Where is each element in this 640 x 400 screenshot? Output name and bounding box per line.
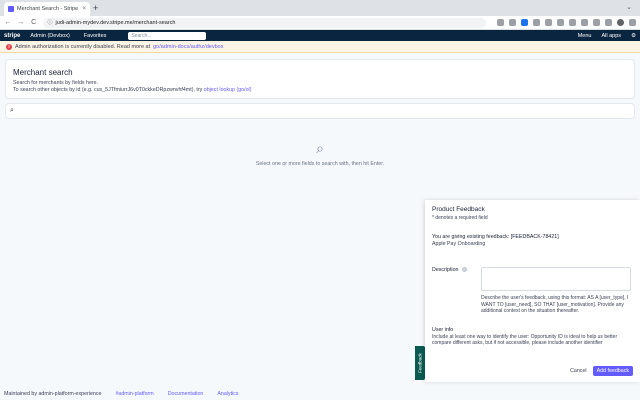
analytics-link[interactable]: Analytics [217,391,238,397]
merchant-search-input[interactable] [13,106,630,116]
extension-icons [497,19,636,26]
back-button[interactable]: ← [4,19,12,26]
help-icon[interactable]: ? [461,267,467,272]
tab-title: Merchant Search - Stripe Ad [17,6,80,12]
close-tab-icon[interactable]: × [82,6,86,12]
feedback-context-label: You are giving existing feedback: [FEEDB… [432,234,559,240]
feedback-actions: Cancel Add feedback [570,366,633,376]
feedback-panel: Product Feedback * denotes a required fi… [425,200,640,382]
extension-icon[interactable] [521,19,528,26]
stripe-favicon-icon [8,6,14,12]
description-label: Description [432,267,459,273]
description-hint: Describe the user's feedback, using this… [481,295,629,314]
page-description: Search for merchants by fields here. [13,80,99,86]
maintained-by-text: Maintained by admin-platform-experience [4,390,102,397]
description-textarea[interactable] [481,267,631,291]
favorites-link[interactable]: Favorites [84,33,107,39]
user-info-hint: Include at least one way to identify the… [432,333,618,347]
all-apps-button[interactable]: All apps [601,33,621,39]
global-search-input[interactable]: Search... [128,31,207,40]
bookmark-star-icon[interactable] [509,19,516,26]
env-dropdown[interactable]: Admin (Devbox) [30,33,69,39]
browser-tab-bar: Merchant Search - Stripe Ad × + ⌄ [0,0,640,16]
object-lookup-link[interactable]: object lookup (go/ol) [204,87,252,93]
documentation-link[interactable]: Documentation [168,391,204,397]
url-text: judi-admin-mydev.dev.stripe.me/merchant-… [55,19,176,26]
required-note: * denotes a required field [432,215,488,221]
page-footer: Maintained by admin-platform-experience … [0,387,640,400]
cancel-button[interactable]: Cancel [570,368,587,374]
feedback-side-tab[interactable]: Feedback [415,346,425,380]
alert-docs-link[interactable]: go/admin-docs/authz/devbox [153,44,223,50]
kebab-menu-icon[interactable] [629,19,636,26]
search-icon: ⌕ [316,140,324,156]
menu-button[interactable]: Menu [578,33,592,39]
app-navbar: stripe Admin (Devbox) Favorites Search..… [0,30,640,41]
share-icon[interactable] [497,19,504,26]
sidebar-icon[interactable] [605,19,612,26]
description-label-group: Description ? [432,267,477,315]
description-field: Description ? Describe the user's feedba… [432,267,633,315]
gear-icon[interactable]: ⚙ [631,33,636,39]
alert-text: Admin authorization is currently disable… [15,43,151,50]
authz-alert-banner: ! Admin authorization is currently disab… [0,41,640,53]
browser-tab[interactable]: Merchant Search - Stripe Ad × [4,2,90,16]
empty-state: ⌕ Select one or more fields to search wi… [250,140,390,167]
navbar-right: Menu All apps ⚙ [578,33,636,39]
empty-state-text: Select one or more fields to search with… [255,161,385,167]
user-info-label: User info [432,326,454,333]
stripe-logo[interactable]: stripe [4,33,20,39]
extension-icon[interactable] [533,19,540,26]
extension-icon[interactable] [569,19,576,26]
puzzle-icon[interactable] [593,19,600,26]
description-input-group: Describe the user's feedback, using this… [481,267,633,315]
add-feedback-button[interactable]: Add feedback [592,366,633,376]
tab-search-icon[interactable]: ⌄ [626,3,632,11]
extension-icon[interactable] [545,19,552,26]
merchant-search-header: Merchant search Search for merchants by … [6,60,634,98]
forward-button[interactable]: → [17,19,25,26]
feedback-title: Product Feedback [432,206,485,213]
address-bar[interactable]: ⓘ judi-admin-mydev.dev.stripe.me/merchan… [42,17,486,28]
page-title: Merchant search [13,68,73,77]
warning-icon: ! [6,43,12,50]
feedback-context-value: Apple Pay Onboarding [432,241,486,247]
browser-toolbar: ← → C ⓘ judi-admin-mydev.dev.stripe.me/m… [0,16,640,30]
page-hint-text: To search other objects by id (e.g. cus_… [13,87,203,93]
merchant-search-bar: ⌕ [6,104,634,118]
reload-button[interactable]: C [30,19,38,26]
extension-icon[interactable] [581,19,588,26]
profile-avatar-icon[interactable] [617,19,624,26]
new-tab-button[interactable]: + [93,3,98,13]
page-hint: To search other objects by id (e.g. cus_… [13,87,627,94]
site-info-icon[interactable]: ⓘ [48,19,53,26]
extension-icon[interactable] [557,19,564,26]
slack-channel-link[interactable]: #admin-platform [115,391,153,397]
